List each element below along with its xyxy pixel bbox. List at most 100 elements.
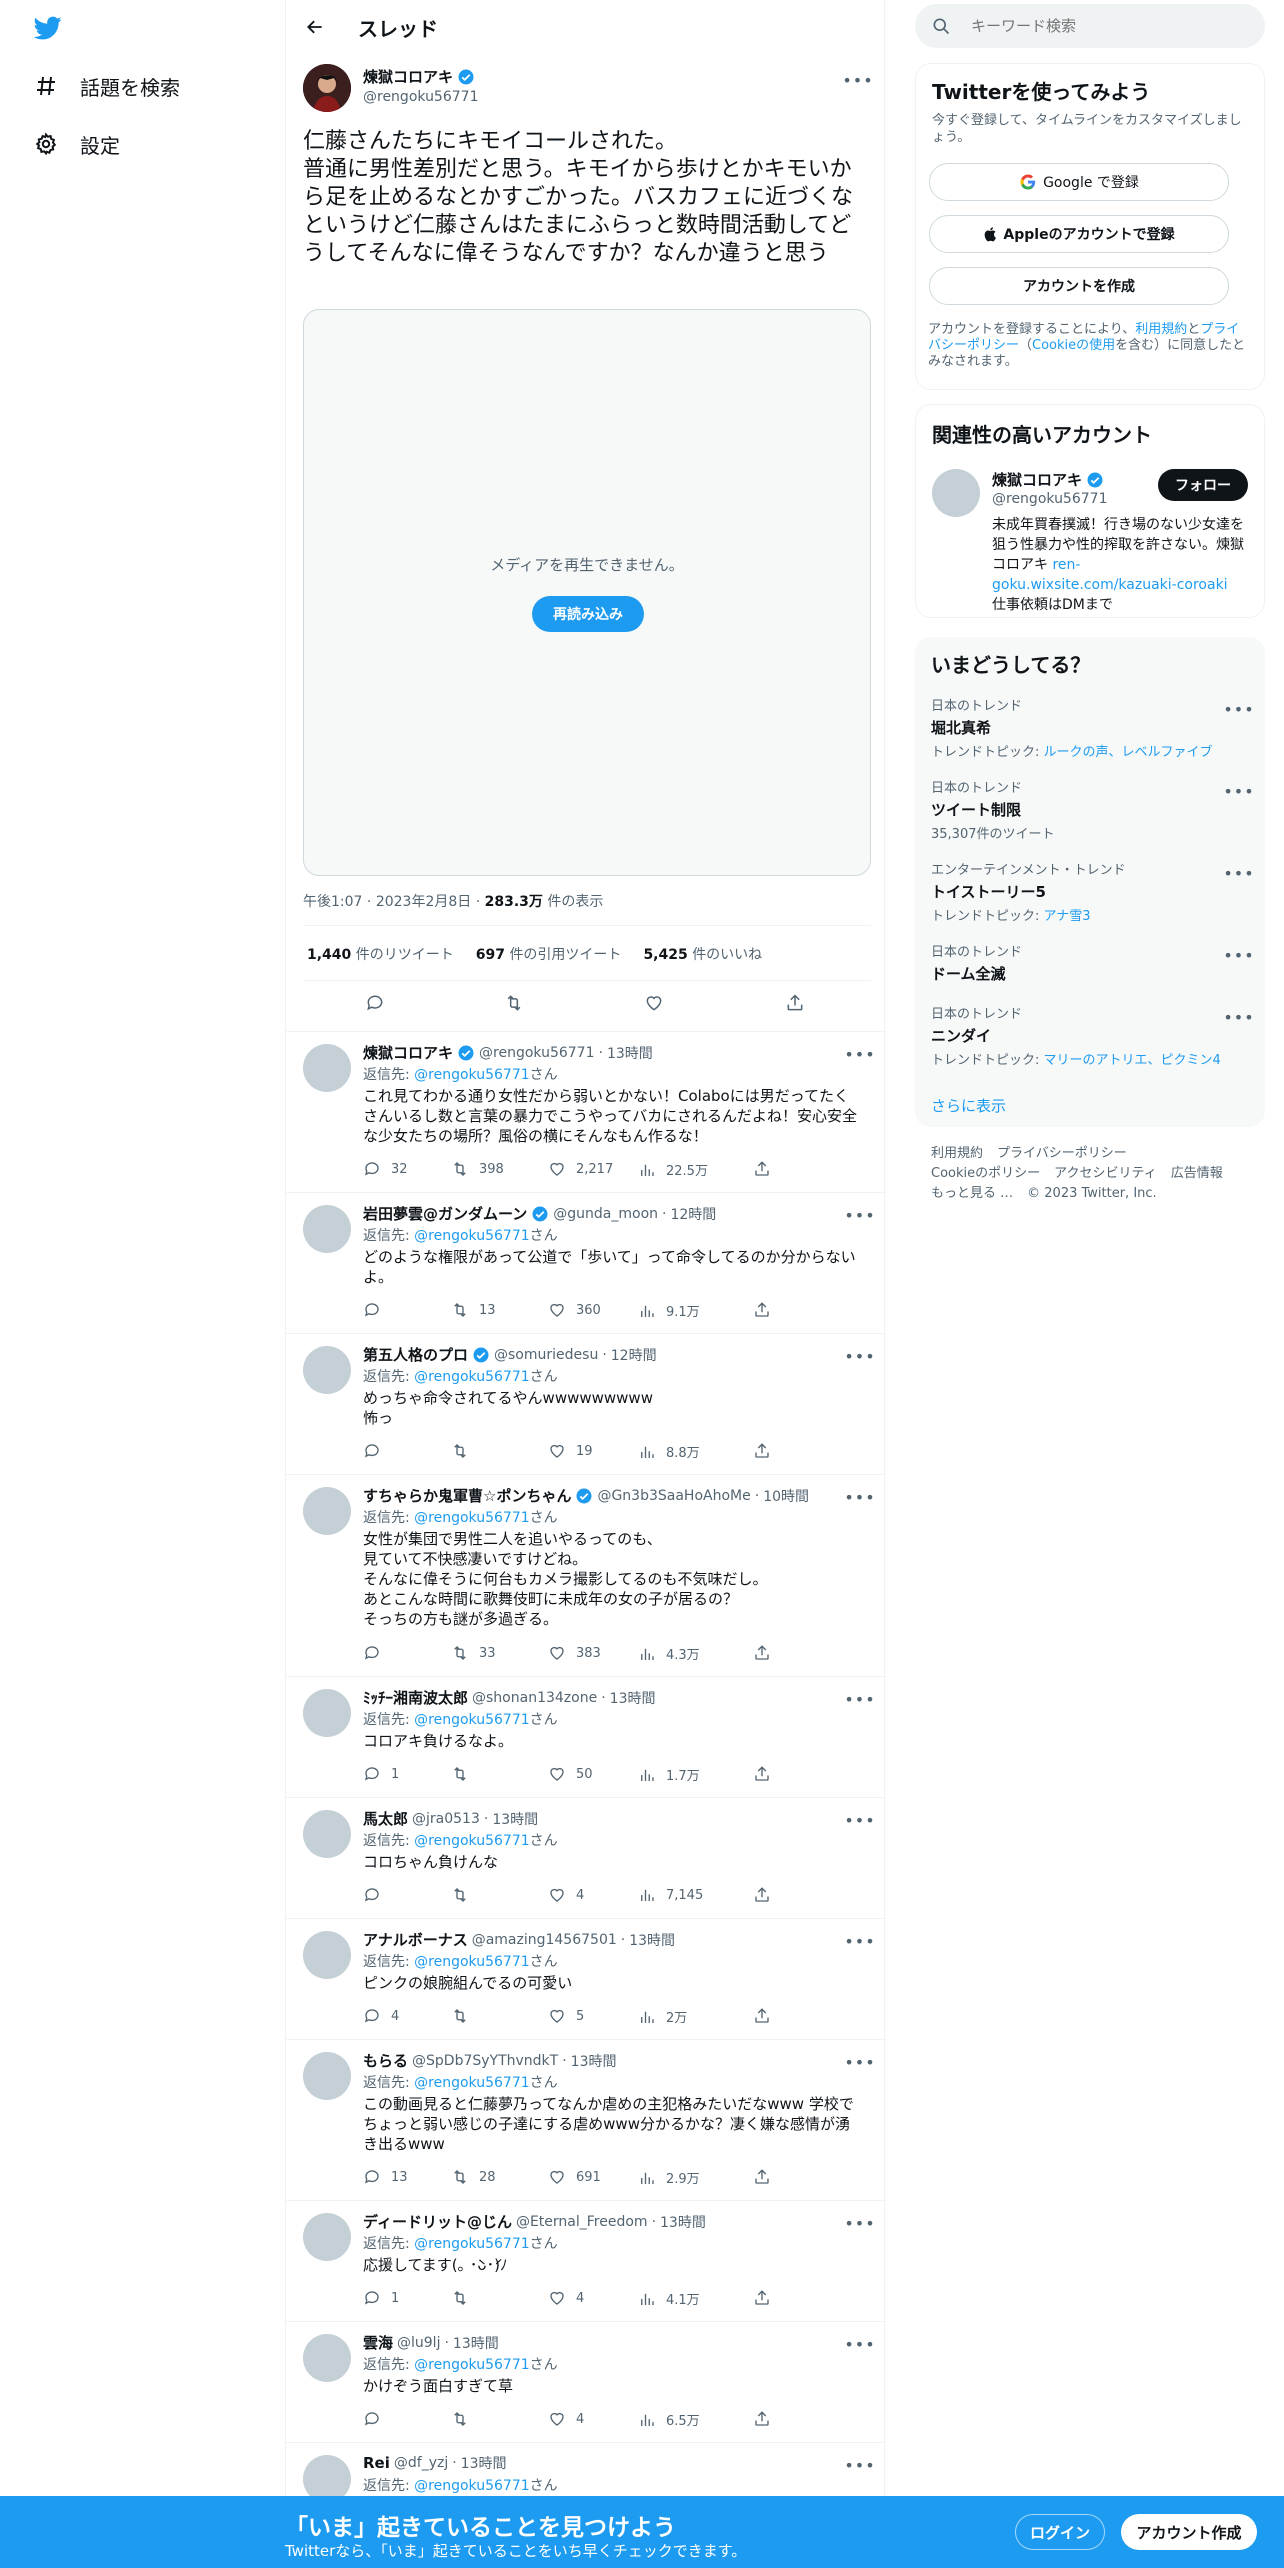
reply-to-handle[interactable]: @rengoku56771 [414,1833,529,1849]
reply-to-handle[interactable]: @rengoku56771 [414,1712,529,1728]
reply-author-handle[interactable]: @df_yzj [394,2455,448,2471]
reply-to-handle[interactable]: @rengoku56771 [414,2075,529,2091]
reply-avatar[interactable] [303,1346,351,1394]
author-handle[interactable]: @rengoku56771 [363,89,478,105]
related-avatar[interactable] [932,469,980,517]
reply-tweet[interactable]: 煉獄コロアキ @rengoku56771 · 13時間 ••• 返信先: @rengoku… [286,1032,886,1193]
related-handle[interactable]: @rengoku56771 [992,491,1107,507]
media-player[interactable]: メディアを再生できません。 再読み込み [303,309,871,876]
login-button[interactable]: ログイン [1015,2514,1105,2550]
reply-like-button[interactable]: 383 [548,1644,601,1662]
reply-share-button[interactable] [753,1301,781,1319]
reply-author-name[interactable]: 馬太郎 [363,1808,408,1829]
reply-author-handle[interactable]: @gunda_moon [553,1206,658,1222]
retweet-button[interactable] [499,988,529,1018]
reply-retweet-button[interactable] [451,2289,479,2307]
more-icon[interactable]: ••• [842,68,872,92]
retweets-stat[interactable]: 1,440 件のリツイート [307,944,454,964]
trend-item[interactable]: エンターテインメント・トレンド トイストーリー5 トレンドトピック: アナ雪3 ••• [931,859,1254,924]
more-icon[interactable]: ••• [1223,779,1253,803]
reply-views-button[interactable]: 7,145 [638,1886,703,1904]
reply-avatar[interactable] [303,1205,351,1253]
footer-terms[interactable]: 利用規約 [931,1146,983,1161]
twitter-logo-icon[interactable] [32,14,64,42]
reply-tweet[interactable]: 馬太郎 @jra0513 · 13時間 ••• 返信先: @rengoku56771さんコ… [286,1798,886,1919]
related-name[interactable]: 煉獄コロアキ [992,469,1104,490]
more-icon[interactable]: ••• [844,2453,874,2477]
reply-tweet[interactable]: 雲海 @lu9lj · 13時間 ••• 返信先: @rengoku56771さん かけぞう… [286,2322,886,2443]
reply-views-button[interactable]: 4.3万 [638,1644,700,1663]
reply-tweet[interactable]: アナルボーナス @amazing14567501 · 13時間 ••• 返信先: @ren… [286,1919,886,2040]
reply-tweet[interactable]: もらる @SpDb7SyYThvndkT · 13時間 ••• 返信先: @rengoku… [286,2040,886,2201]
reply-tweet[interactable]: 第五人格のプロ @somuriedesu · 12時間 ••• 返信先: @rengoku… [286,1334,886,1475]
reply-reply-button[interactable]: 13 [363,2168,408,2186]
reply-time[interactable]: 13時間 [610,1688,656,1708]
more-icon[interactable]: ••• [844,1042,874,1066]
reply-share-button[interactable] [753,2410,781,2428]
reply-reply-button[interactable] [363,1301,391,1319]
reply-retweet-button[interactable]: 28 [451,2168,496,2186]
reply-author-name[interactable]: ﾐｯﾁｰ湘南波太郎 [363,1687,468,1708]
reply-like-button[interactable]: 4 [548,2410,584,2428]
reply-share-button[interactable] [753,1644,781,1662]
quotes-stat[interactable]: 697 件の引用ツイート [476,944,622,964]
reply-tweet[interactable]: すちゃらか鬼軍曹☆ポンちゃん @Gn3b3SaaHoAhoMe · 10時間 ••• 返信… [286,1475,886,1677]
reply-avatar[interactable] [303,1810,351,1858]
more-icon[interactable]: ••• [1223,697,1253,721]
reply-author-name[interactable]: 雲海 [363,2332,393,2353]
reply-time[interactable]: 13時間 [492,1809,538,1829]
reply-avatar[interactable] [303,1689,351,1737]
reply-retweet-button[interactable]: 33 [451,1644,496,1662]
reply-like-button[interactable]: 4 [548,1886,584,1904]
reply-tweet[interactable]: 岩田夢雲@ガンダムーン @gunda_moon · 12時間 ••• 返信先: @reng… [286,1193,886,1334]
reply-time[interactable]: 13時間 [629,1930,675,1950]
reply-reply-button[interactable]: 1 [363,1765,399,1783]
reply-reply-button[interactable] [363,1442,391,1460]
reply-to-handle[interactable]: @rengoku56771 [414,2357,529,2373]
search-bar[interactable] [915,4,1265,48]
reply-avatar[interactable] [303,2052,351,2100]
reply-retweet-button[interactable] [451,1765,479,1783]
reply-to-handle[interactable]: @rengoku56771 [414,1369,529,1385]
reply-avatar[interactable] [303,2213,351,2261]
reply-button[interactable] [360,988,390,1018]
more-icon[interactable]: ••• [1223,861,1253,885]
follow-button[interactable]: フォロー [1158,469,1248,501]
reply-author-name[interactable]: もらる [363,2050,408,2071]
reply-reply-button[interactable] [363,2410,391,2428]
reply-share-button[interactable] [753,1442,781,1460]
reply-avatar[interactable] [303,1044,351,1092]
reply-views-button[interactable]: 2万 [638,2007,687,2026]
reply-time[interactable]: 12時間 [670,1204,716,1224]
reply-reply-button[interactable] [363,1886,391,1904]
reply-to-handle[interactable]: @rengoku56771 [414,1067,529,1083]
reply-time[interactable]: 13時間 [461,2453,507,2473]
reply-time[interactable]: 12時間 [611,1345,657,1365]
reply-retweet-button[interactable] [451,2007,479,2025]
reply-author-handle[interactable]: @somuriedesu [494,1347,598,1363]
more-icon[interactable]: ••• [844,1203,874,1227]
reply-author-handle[interactable]: @amazing14567501 [472,1932,617,1948]
reload-button[interactable]: 再読み込み [532,596,644,632]
likes-stat[interactable]: 5,425 件のいいね [643,944,762,964]
like-button[interactable] [639,988,669,1018]
create-account-button[interactable]: アカウントを作成 [929,267,1229,305]
reply-author-name[interactable]: アナルボーナス [363,1929,468,1950]
more-icon[interactable]: ••• [1223,943,1253,967]
reply-views-button[interactable]: 4.1万 [638,2289,700,2308]
reply-retweet-button[interactable]: 13 [451,1301,496,1319]
reply-like-button[interactable]: 50 [548,1765,593,1783]
more-icon[interactable]: ••• [844,1344,874,1368]
reply-time[interactable]: 13時間 [607,1043,653,1063]
reply-reply-button[interactable]: 32 [363,1160,408,1178]
share-button[interactable] [780,988,810,1018]
footer-accessibility[interactable]: アクセシビリティ [1054,1166,1157,1181]
reply-author-handle[interactable]: @lu9lj [397,2335,440,2351]
footer-ads[interactable]: 広告情報 [1171,1166,1223,1181]
reply-avatar[interactable] [303,1931,351,1979]
search-input[interactable] [971,17,1231,35]
reply-like-button[interactable]: 360 [548,1301,601,1319]
reply-views-button[interactable]: 2.9万 [638,2168,700,2187]
reply-time[interactable]: 10時間 [763,1486,809,1506]
reply-retweet-button[interactable] [451,1886,479,1904]
